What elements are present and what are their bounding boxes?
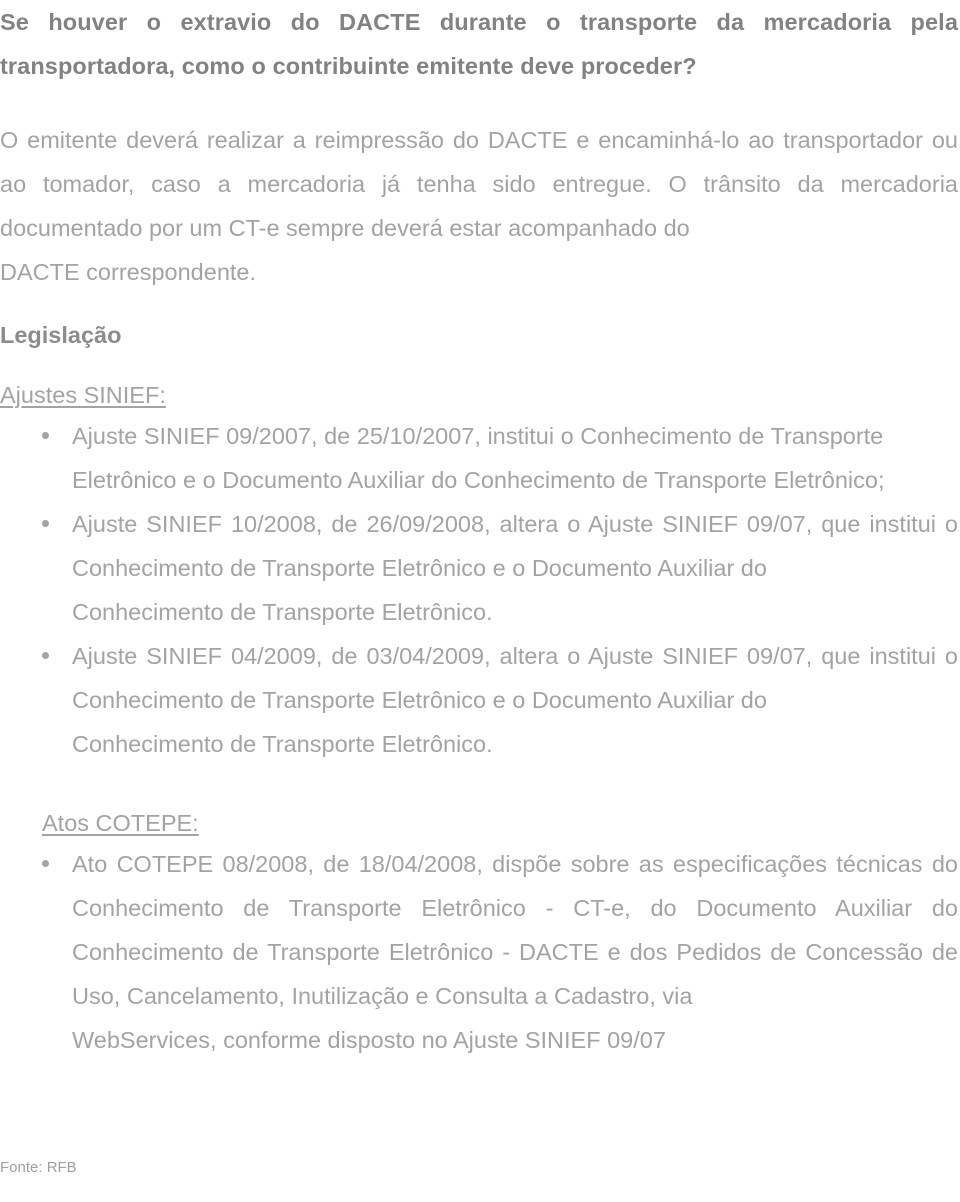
answer-paragraph: O emitente deverá realizar a reimpressão… <box>0 118 958 294</box>
bullet-icon <box>42 652 49 659</box>
section-heading-legislacao: Legislação <box>0 322 122 348</box>
subsection-heading-atos-cotepe: Atos COTEPE: <box>0 804 960 842</box>
subsection-heading-label: Atos COTEPE: <box>42 810 199 836</box>
answer-paragraph-lastline: DACTE correspondente. <box>0 259 257 285</box>
list-ajustes-sinief: Ajuste SINIEF 09/2007, de 25/10/2007, in… <box>0 414 960 766</box>
list-item-body: Ajuste SINIEF 09/2007, de 25/10/2007, in… <box>72 423 884 449</box>
list-item: Ajuste SINIEF 10/2008, de 26/09/2008, al… <box>0 502 958 634</box>
list-item: Ajuste SINIEF 04/2009, de 03/04/2009, al… <box>0 634 958 766</box>
list-item-body: Ato COTEPE 08/2008, de 18/04/2008, dispõ… <box>72 851 958 1009</box>
list-item-lastline: Conhecimento de Transporte Eletrônico. <box>72 599 493 625</box>
page-title: Se houver o extravio do DACTE durante o … <box>0 9 958 79</box>
list-item: Ajuste SINIEF 09/2007, de 25/10/2007, in… <box>0 414 958 502</box>
footer-source: Fonte: RFB <box>0 1159 77 1176</box>
answer-paragraph-body: O emitente deverá realizar a reimpressão… <box>0 127 958 241</box>
list-atos-cotepe: Ato COTEPE 08/2008, de 18/04/2008, dispõ… <box>0 842 960 1062</box>
list-item-lastline: Conhecimento de Transporte Eletrônico. <box>72 731 493 757</box>
bullet-icon <box>42 432 49 439</box>
list-item-body: Ajuste SINIEF 04/2009, de 03/04/2009, al… <box>72 643 958 713</box>
bullet-icon <box>42 860 49 867</box>
list-item-lastline: Eletrônico e o Documento Auxiliar do Con… <box>72 467 885 493</box>
list-item: Ato COTEPE 08/2008, de 18/04/2008, dispõ… <box>0 842 958 1062</box>
document-page: Se houver o extravio do DACTE durante o … <box>0 0 960 1202</box>
document-content: Se houver o extravio do DACTE durante o … <box>0 0 960 1062</box>
list-item-lastline: WebServices, conforme disposto no Ajuste… <box>72 1027 666 1053</box>
subsection-heading-label: Ajustes SINIEF: <box>0 382 166 408</box>
list-item-body: Ajuste SINIEF 10/2008, de 26/09/2008, al… <box>72 511 958 581</box>
subsection-heading-ajustes-sinief: Ajustes SINIEF: <box>0 376 960 414</box>
bullet-icon <box>42 520 49 527</box>
